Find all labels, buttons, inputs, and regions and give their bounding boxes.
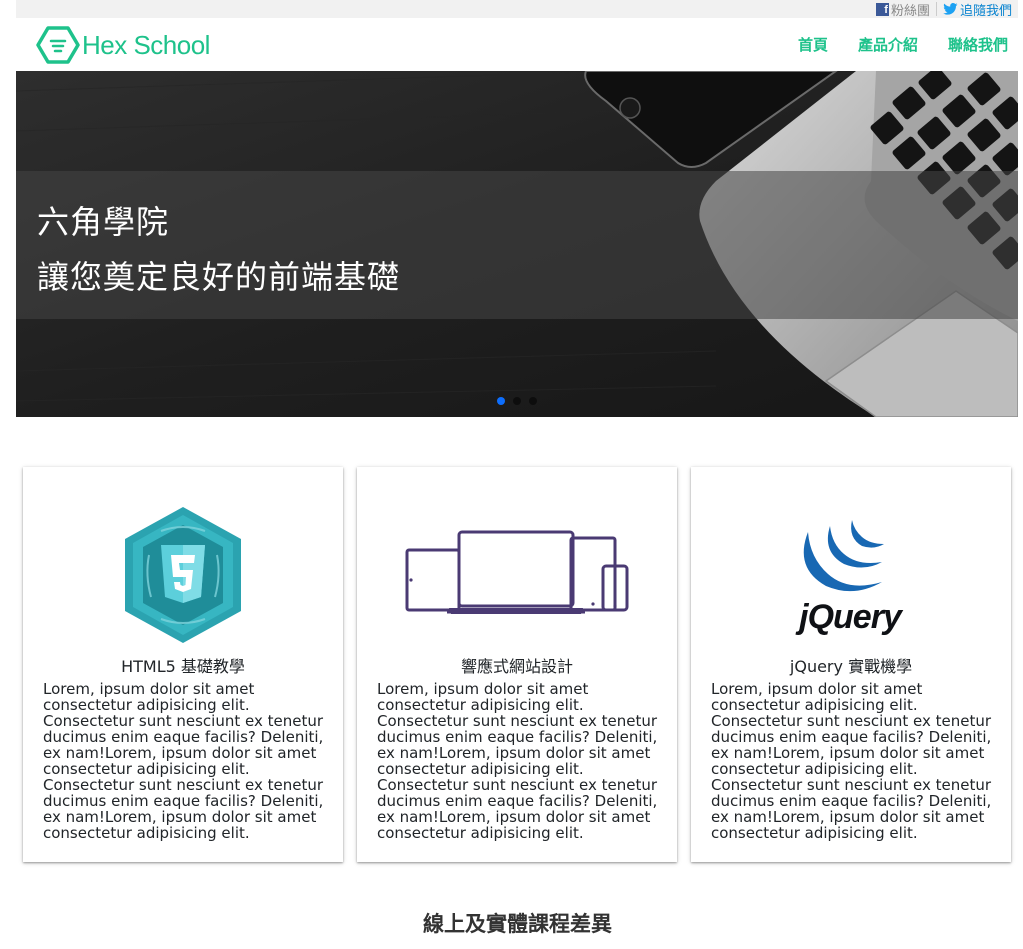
course-card-responsive: 響應式網站設計 Lorem, ipsum dolor sit amet cons… xyxy=(357,467,677,862)
course-card-html5: HTML5 基礎教學 Lorem, ipsum dolor sit amet c… xyxy=(23,467,343,862)
brand-name: Hex School xyxy=(82,29,210,60)
card-text: Lorem, ipsum dolor sit amet consectetur … xyxy=(377,680,658,842)
card-text: Lorem, ipsum dolor sit amet consectetur … xyxy=(43,680,324,842)
course-card-jquery: jQuery jQuery 實戰機學 Lorem, ipsum dolor si… xyxy=(691,467,1011,862)
card-image xyxy=(23,492,343,657)
card-title: 響應式網站設計 xyxy=(460,657,573,676)
responsive-devices-icon xyxy=(405,530,629,614)
divider xyxy=(935,2,937,16)
twitter-icon xyxy=(943,3,958,15)
hero-subtitle: 讓您奠定良好的前端基礎 xyxy=(37,258,401,296)
svg-text:jQuery: jQuery xyxy=(795,598,904,636)
carousel-indicator-3[interactable] xyxy=(529,397,537,405)
top-utility-bar: f 粉絲團 追隨我們 xyxy=(16,0,1018,19)
facebook-link[interactable]: f 粉絲團 xyxy=(875,0,930,19)
hero-carousel[interactable]: 六角學院 讓您奠定良好的前端基礎 xyxy=(16,71,1018,417)
carousel-indicator-2[interactable] xyxy=(513,397,521,405)
section-title: 線上及實體課程差異 xyxy=(423,912,612,936)
facebook-icon: f xyxy=(875,2,889,16)
card-text: Lorem, ipsum dolor sit amet consectetur … xyxy=(711,680,992,842)
nav-link-products[interactable]: 產品介紹 xyxy=(858,34,918,55)
hex-logo-icon xyxy=(36,26,80,64)
carousel-indicators xyxy=(497,397,537,405)
main-nav: 首頁 產品介紹 聯絡我們 xyxy=(798,34,1008,55)
nav-link-home[interactable]: 首頁 xyxy=(798,34,828,55)
nav-link-contact[interactable]: 聯絡我們 xyxy=(948,34,1008,55)
navbar: Hex School 首頁 產品介紹 聯絡我們 xyxy=(16,18,1018,71)
card-image: jQuery xyxy=(691,492,1011,657)
twitter-link[interactable]: 追隨我們 xyxy=(943,0,1012,19)
carousel-indicator-1[interactable] xyxy=(497,397,505,405)
hero-title: 六角學院 xyxy=(37,203,170,241)
card-image xyxy=(357,492,677,657)
card-title: HTML5 基礎教學 xyxy=(121,657,245,676)
social-links: f 粉絲團 追隨我們 xyxy=(875,0,1012,19)
html5-logo-icon xyxy=(125,506,241,643)
card-title: jQuery 實戰機學 xyxy=(789,657,913,676)
facebook-label: 粉絲團 xyxy=(890,3,930,19)
brand-logo[interactable]: Hex School xyxy=(36,26,210,64)
twitter-label: 追隨我們 xyxy=(959,3,1012,19)
jquery-logo-icon: jQuery xyxy=(795,519,905,636)
